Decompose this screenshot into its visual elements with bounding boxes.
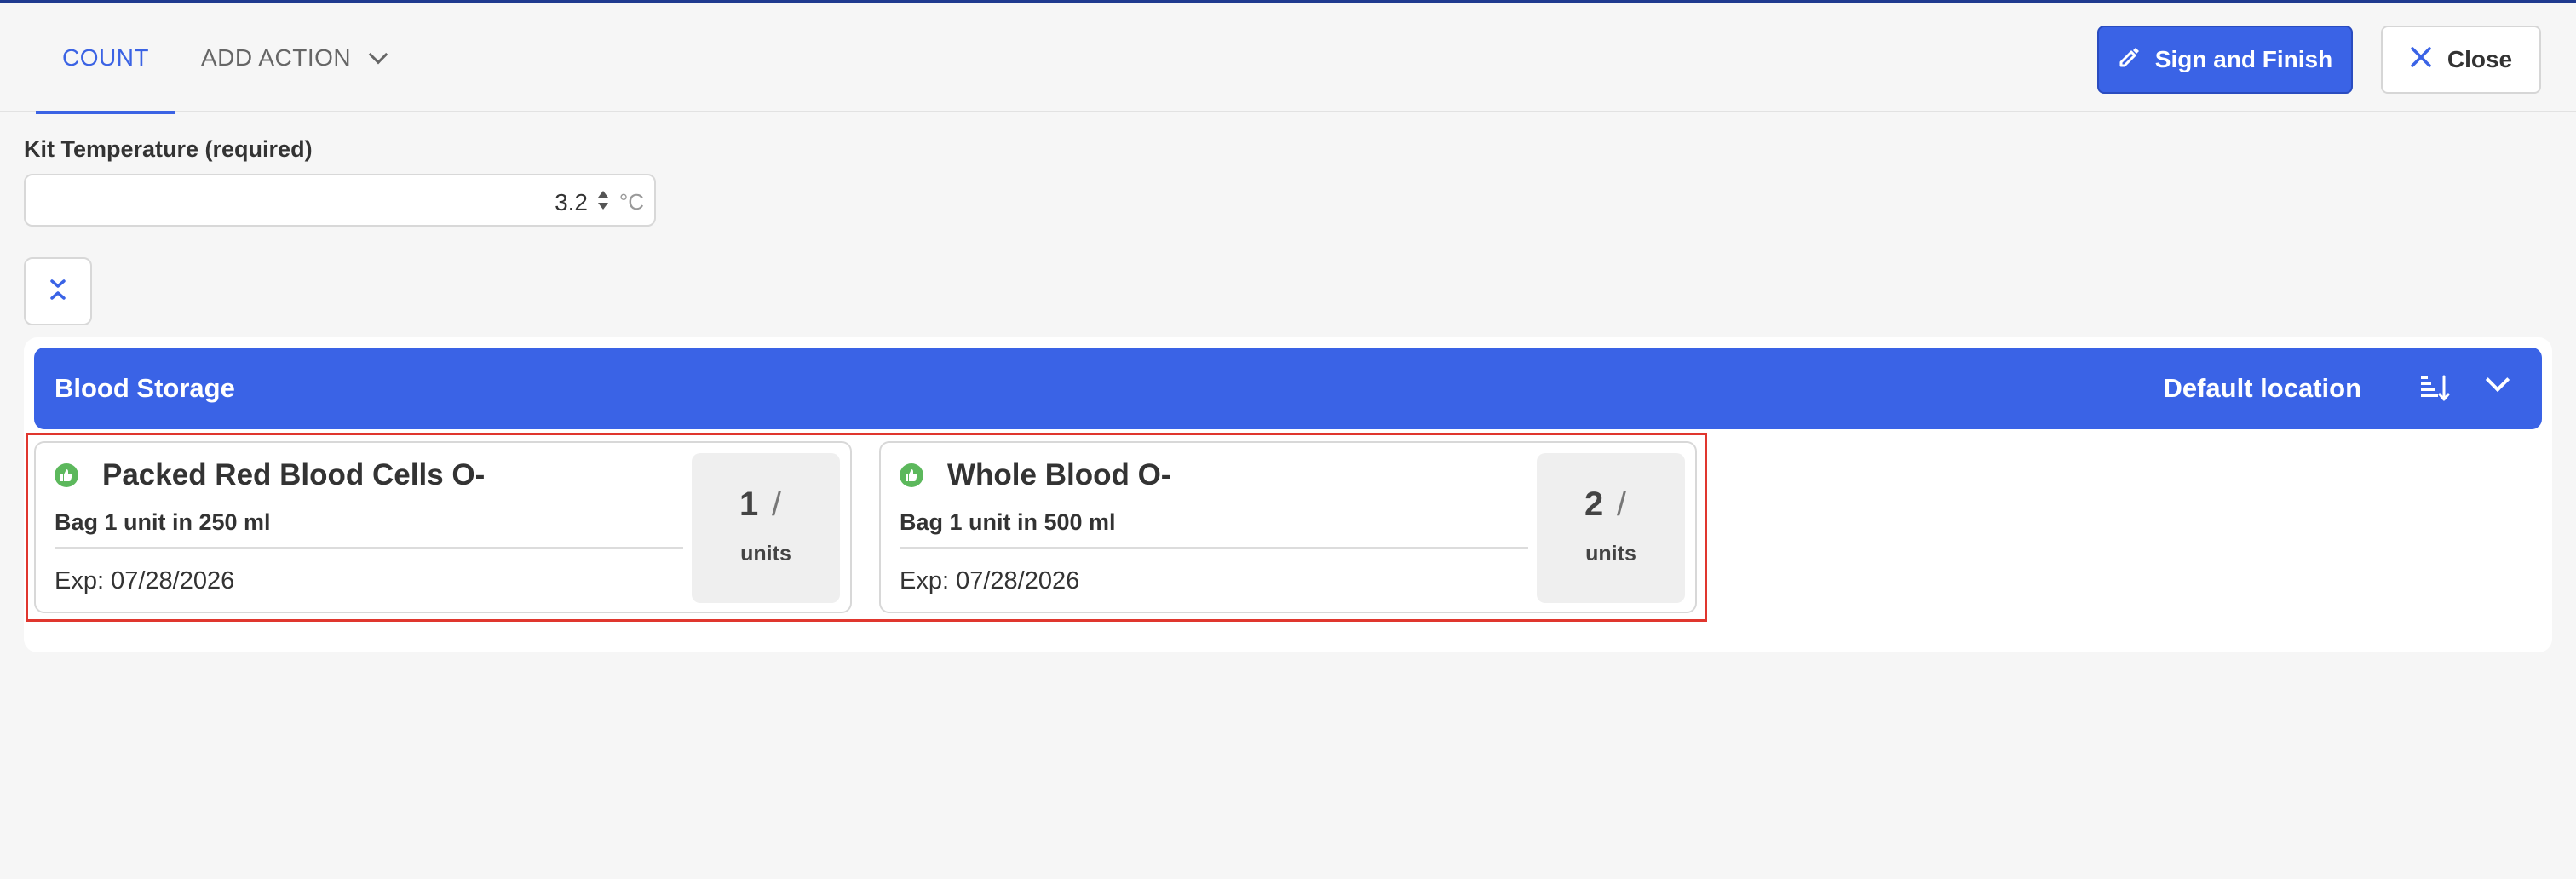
- card-divider: [900, 547, 1528, 549]
- product-expiry: Exp: 07/28/2026: [900, 567, 1080, 595]
- product-card[interactable]: Whole Blood O- Bag 1 unit in 500 ml Exp:…: [879, 441, 1697, 613]
- kit-temperature-label: Kit Temperature (required): [24, 136, 313, 162]
- count-box[interactable]: 1 / units: [692, 453, 840, 603]
- header-bar: COUNT ADD ACTION Sign and Finish Close: [0, 3, 2576, 114]
- count-value: 2: [1584, 485, 1604, 523]
- tab-add-action[interactable]: ADD ACTION: [201, 3, 388, 112]
- sign-and-finish-button[interactable]: Sign and Finish: [2097, 26, 2353, 94]
- tab-count-label: COUNT: [61, 44, 150, 71]
- tab-count[interactable]: COUNT: [36, 3, 175, 114]
- product-card[interactable]: Packed Red Blood Cells O- Bag 1 unit in …: [34, 441, 852, 613]
- kit-temperature-input[interactable]: 3.2 °C: [24, 174, 656, 227]
- storage-location: Default location: [2163, 373, 2361, 403]
- thumbs-up-icon: [55, 463, 78, 487]
- product-name: Whole Blood O-: [947, 458, 1171, 491]
- double-chevron-icon: [48, 278, 68, 306]
- card-divider: [55, 547, 683, 549]
- product-name: Packed Red Blood Cells O-: [102, 458, 486, 491]
- product-description: Bag 1 unit in 500 ml: [900, 509, 1116, 535]
- close-button[interactable]: Close: [2381, 26, 2541, 94]
- collapse-all-button[interactable]: [24, 257, 92, 325]
- stepper-up-icon[interactable]: [598, 191, 608, 198]
- count-unit: units: [1585, 542, 1636, 566]
- count-slash: /: [772, 485, 782, 523]
- stepper-down-icon[interactable]: [598, 203, 608, 210]
- storage-header[interactable]: Blood Storage Default location: [34, 348, 2542, 429]
- count-box[interactable]: 2 / units: [1537, 453, 1685, 603]
- count-value: 1: [739, 485, 759, 523]
- count-unit: units: [740, 542, 791, 566]
- kit-temperature-unit: °C: [618, 189, 644, 215]
- chevron-down-icon: [368, 44, 388, 65]
- kit-temperature-value: 3.2: [555, 189, 588, 215]
- close-label: Close: [2447, 46, 2513, 72]
- active-tab-underline: [36, 111, 175, 114]
- sign-and-finish-label: Sign and Finish: [2154, 46, 2333, 72]
- sort-icon[interactable]: [2419, 373, 2450, 404]
- tab-add-action-label: ADD ACTION: [201, 44, 352, 71]
- pen-icon: [2118, 45, 2142, 75]
- close-icon: [2410, 46, 2432, 74]
- count-slash: /: [1617, 485, 1627, 523]
- product-expiry: Exp: 07/28/2026: [55, 567, 235, 595]
- chevron-down-icon[interactable]: [2485, 367, 2510, 393]
- storage-title: Blood Storage: [55, 373, 235, 403]
- number-stepper[interactable]: [596, 189, 610, 213]
- product-description: Bag 1 unit in 250 ml: [55, 509, 271, 535]
- thumbs-up-icon: [900, 463, 923, 487]
